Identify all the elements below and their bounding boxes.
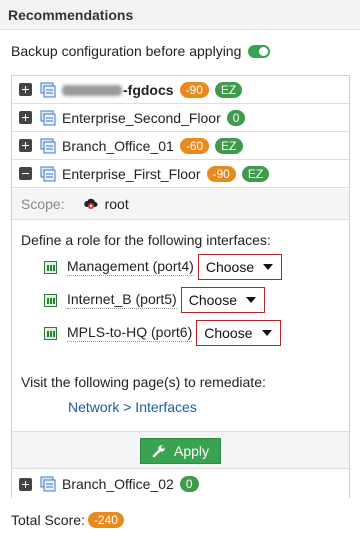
expand-icon[interactable] [19, 139, 32, 152]
device-list-panel: -fgdocs -90 EZ Enterprise_Second_Floor 0… [11, 75, 350, 498]
page-title: Recommendations [8, 7, 134, 23]
device-name: Enterprise_Second_Floor [62, 109, 221, 126]
define-role-text: Define a role for the following interfac… [21, 232, 271, 248]
backup-toggle[interactable] [248, 44, 271, 58]
fortigate-device-icon [40, 82, 56, 98]
vdom-root-icon [83, 196, 99, 212]
port-icon [44, 260, 57, 274]
backup-label: Backup configuration before applying [11, 43, 242, 59]
scope-label: Scope: [21, 196, 65, 212]
collapse-icon[interactable] [19, 167, 32, 180]
apply-label: Apply [173, 443, 210, 459]
interface-label[interactable]: Management (port4) [67, 258, 194, 276]
port-icon [44, 293, 57, 307]
score-badge: -90 [179, 81, 209, 98]
total-score: Total Score: -240 [11, 512, 124, 528]
network-interfaces-link[interactable]: Network > Interfaces [68, 399, 197, 415]
device-row-branch-office-02[interactable]: Branch_Office_02 0 [12, 470, 349, 498]
ez-badge: EZ [241, 165, 270, 182]
score-badge: -60 [179, 137, 210, 154]
remediate-text: Visit the following page(s) to remediate… [21, 374, 266, 390]
scope-row: Scope: root [12, 189, 349, 220]
wrench-icon [152, 444, 166, 458]
ez-badge: EZ [214, 81, 243, 98]
role-select-value: Choose [204, 325, 253, 341]
expand-icon[interactable] [19, 111, 32, 124]
role-select[interactable]: Choose [196, 320, 281, 346]
expand-icon[interactable] [19, 477, 32, 491]
expand-icon[interactable] [19, 83, 32, 96]
device-name: Enterprise_First_Floor [62, 165, 201, 182]
caret-down-icon [261, 330, 272, 336]
apply-bar: Apply [12, 431, 349, 469]
device-row-branch-office-01[interactable]: Branch_Office_01 -60 EZ [12, 132, 349, 160]
total-score-label: Total Score: [11, 512, 85, 528]
device-row-enterprise-first-floor[interactable]: Enterprise_First_Floor -90 EZ [12, 160, 349, 188]
score-badge: -90 [206, 165, 236, 182]
device-name: -fgdocs [62, 82, 174, 98]
recommendations-header: Recommendations [0, 0, 360, 30]
fortigate-device-icon [40, 476, 56, 492]
fortigate-device-icon [40, 138, 56, 154]
role-select[interactable]: Choose [197, 254, 283, 280]
interface-label[interactable]: Internet_B (port5) [67, 291, 177, 309]
device-name: Branch_Office_02 [62, 476, 174, 492]
caret-down-icon [246, 297, 256, 303]
device-row-enterprise-second-floor[interactable]: Enterprise_Second_Floor 0 [12, 104, 349, 132]
role-select[interactable]: Choose [180, 287, 265, 313]
interface-row-port6: MPLS-to-HQ (port6) Choose [44, 320, 281, 346]
interface-row-port4: Management (port4) Choose [44, 254, 283, 280]
caret-down-icon [263, 264, 274, 270]
role-select-value: Choose [205, 259, 255, 275]
fortigate-device-icon [40, 166, 56, 182]
ez-badge: EZ [215, 137, 243, 154]
apply-button[interactable]: Apply [140, 438, 221, 464]
port-icon [44, 326, 57, 340]
role-select-value: Choose [188, 292, 237, 308]
fortigate-device-icon [40, 110, 56, 126]
obscured-name-part [62, 85, 122, 97]
backup-option: Backup configuration before applying [11, 43, 271, 59]
device-row-fgdocs[interactable]: -fgdocs -90 EZ [12, 76, 349, 104]
interface-row-port5: Internet_B (port5) Choose [44, 287, 265, 313]
interface-label[interactable]: MPLS-to-HQ (port6) [67, 324, 193, 342]
score-badge: 0 [226, 109, 246, 126]
total-score-badge: -240 [87, 512, 124, 528]
score-badge: 0 [179, 476, 199, 492]
device-name: Branch_Office_01 [62, 137, 174, 154]
scope-value: root [104, 196, 129, 212]
